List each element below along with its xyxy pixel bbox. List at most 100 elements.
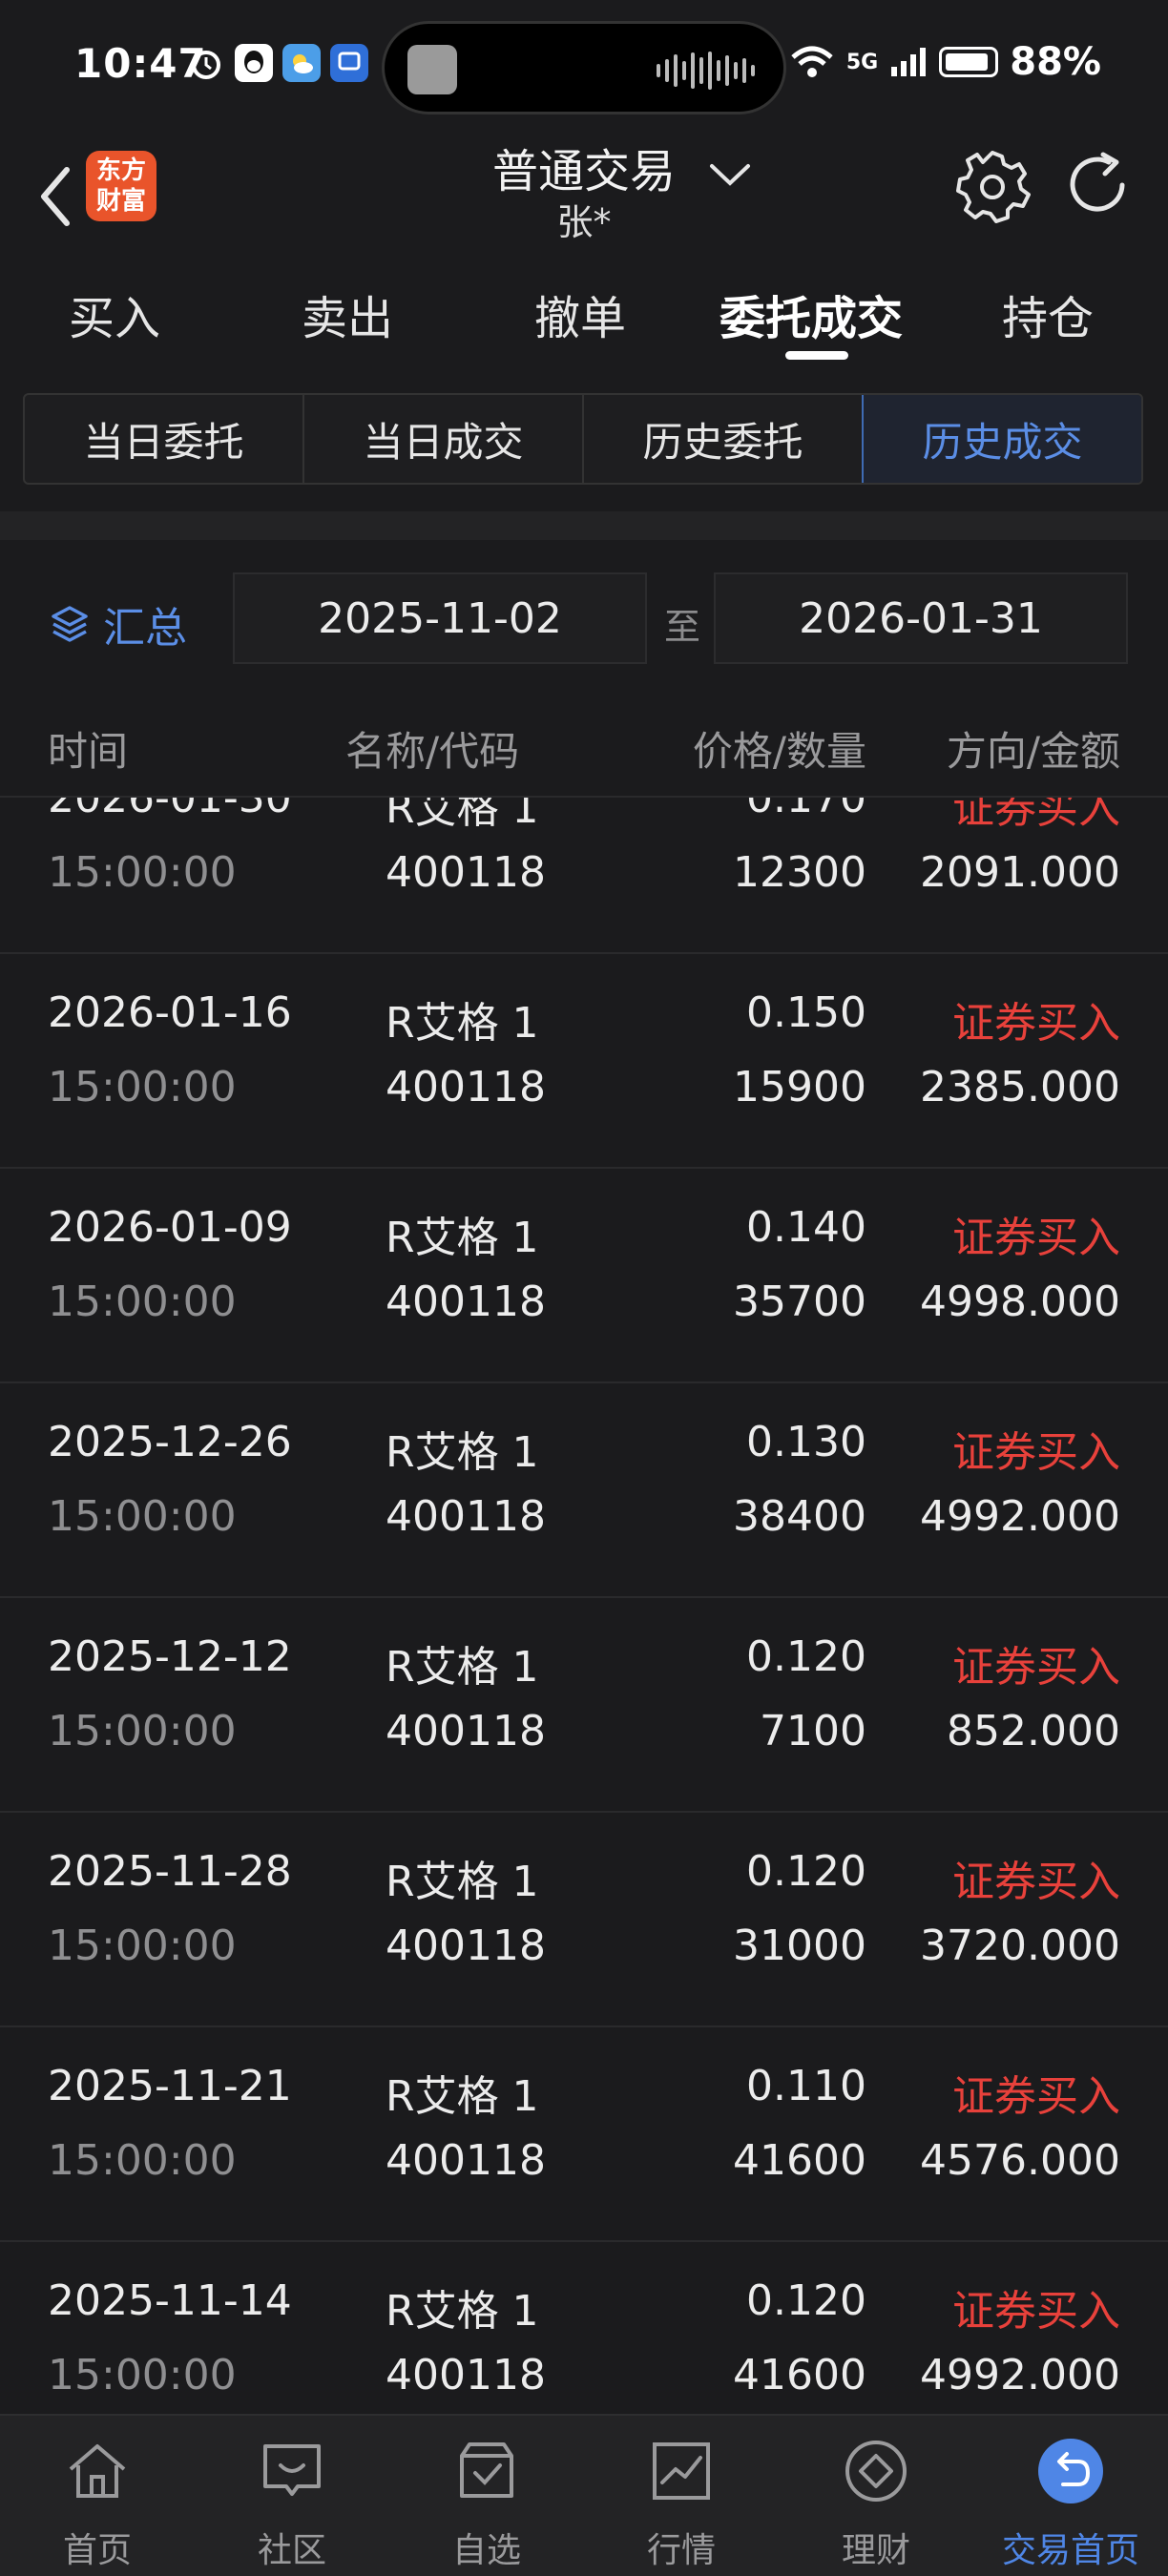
trade-date: 2025-11-28: [48, 1847, 292, 1896]
security-name: R艾格 1: [386, 2072, 539, 2121]
security-name: R艾格 1: [386, 2287, 539, 2336]
trade-amount: 4992.000: [920, 1492, 1120, 1541]
status-bar: 10:47 5G 88%: [0, 0, 1168, 134]
trade-amount: 852.000: [947, 1707, 1120, 1755]
tab-cancel-order[interactable]: 撤单: [534, 280, 626, 347]
trade-time: 15:00:00: [48, 2351, 237, 2399]
trade-quantity: 15900: [733, 1063, 866, 1111]
community-icon: [263, 2444, 321, 2496]
trade-amount: 4576.000: [920, 2136, 1120, 2185]
screen: 10:47 5G 88% 东方财富 普通交易 张* 买入 卖出 撤单 委托成交 …: [0, 0, 1168, 2576]
table-row[interactable]: 2025-11-14 15:00:00 R艾格 1 400118 0.120 41600 证…: [0, 2242, 1168, 2414]
trade-date: 2025-11-14: [48, 2276, 292, 2325]
trade-direction: 证券买入: [952, 2287, 1120, 2336]
audio-wave-icon: [657, 51, 755, 91]
security-code: 400118: [386, 1278, 546, 1326]
security-name: R艾格 1: [386, 798, 539, 833]
table-row[interactable]: 2026-01-16 15:00:00 R艾格 1 400118 0.150 15900 证…: [0, 954, 1168, 1169]
cellular-signal-icon: [891, 48, 927, 76]
trade-price: 0.120: [746, 1632, 866, 1681]
trade-time: 15:00:00: [48, 1922, 237, 1970]
trade-date: 2026-01-16: [48, 988, 292, 1037]
date-filter: 汇总 2025-11-02 至 2026-01-31: [0, 569, 1168, 664]
trade-direction: 证券买入: [952, 2072, 1120, 2121]
trade-quantity: 41600: [733, 2136, 866, 2185]
summary-button[interactable]: 汇总: [50, 593, 187, 654]
app-notification-icon: [330, 44, 368, 82]
refresh-icon[interactable]: [1061, 147, 1137, 223]
table-row[interactable]: 2025-11-28 15:00:00 R艾格 1 400118 0.120 31000 证…: [0, 1813, 1168, 2027]
trade-price: 0.110: [746, 2062, 866, 2110]
subtab-history-orders[interactable]: 历史委托: [584, 395, 864, 483]
tab-buy[interactable]: 买入: [69, 280, 160, 347]
section-divider: [0, 511, 1168, 540]
trade-time: 15:00:00: [48, 848, 237, 897]
nav-watchlist-label: 自选: [451, 2531, 521, 2570]
table-row[interactable]: 2026-01-09 15:00:00 R艾格 1 400118 0.140 35700 证…: [0, 1169, 1168, 1383]
trade-date: 2025-12-26: [48, 1418, 292, 1466]
subtab-today-trades[interactable]: 当日成交: [304, 395, 584, 483]
trade-list[interactable]: 2026-01-30 15:00:00 R艾格 1 400118 0.170 12300 证…: [0, 798, 1168, 2414]
nav-market[interactable]: 行情: [584, 2416, 779, 2576]
column-header-time: 时间: [48, 728, 129, 775]
subtab-history-trades[interactable]: 历史成交: [862, 395, 1141, 483]
column-header-direction-amount: 方向/金额: [946, 728, 1120, 775]
trade-home-icon: [1038, 2439, 1103, 2503]
trade-direction: 证券买入: [952, 999, 1120, 1048]
trade-quantity: 31000: [733, 1922, 866, 1970]
trade-quantity: 38400: [733, 1492, 866, 1541]
nav-trade-home[interactable]: 交易首页: [973, 2416, 1168, 2576]
table-row[interactable]: 2025-12-12 15:00:00 R艾格 1 400118 0.120 7100 证券…: [0, 1598, 1168, 1813]
gear-icon[interactable]: [954, 147, 1031, 223]
chevron-down-icon[interactable]: [706, 155, 754, 193]
layers-icon: [52, 606, 88, 642]
table-row[interactable]: 2026-01-30 15:00:00 R艾格 1 400118 0.170 12300 证…: [0, 798, 1168, 954]
security-code: 400118: [386, 1707, 546, 1755]
column-header-price-qty: 价格/数量: [692, 728, 866, 775]
column-header-name-code: 名称/代码: [345, 728, 520, 775]
media-thumbnail: [407, 45, 457, 94]
nav-market-label: 行情: [646, 2531, 716, 2570]
trade-price: 0.130: [746, 1418, 866, 1466]
app-header: 东方财富 普通交易 张*: [0, 134, 1168, 258]
trade-amount: 3720.000: [920, 1922, 1120, 1970]
main-tabs: 买入 卖出 撤单 委托成交 持仓: [0, 265, 1168, 361]
nav-wealth-label: 理财: [841, 2531, 910, 2570]
table-row[interactable]: 2025-11-21 15:00:00 R艾格 1 400118 0.110 41600 证…: [0, 2027, 1168, 2242]
nav-home[interactable]: 首页: [0, 2416, 195, 2576]
trade-amount: 2091.000: [920, 848, 1120, 897]
battery-percent: 88%: [1010, 40, 1101, 84]
sub-tabs: 当日委托 当日成交 历史委托 历史成交: [23, 393, 1143, 485]
qq-icon: [235, 44, 273, 82]
trade-direction: 证券买入: [952, 1858, 1120, 1906]
trade-quantity: 41600: [733, 2351, 866, 2399]
tab-sell[interactable]: 卖出: [302, 280, 393, 347]
trade-direction: 证券买入: [952, 1428, 1120, 1477]
wifi-icon: [791, 46, 833, 77]
security-code: 400118: [386, 2136, 546, 2185]
security-code: 400118: [386, 848, 546, 897]
end-date-field[interactable]: 2026-01-31: [714, 572, 1128, 664]
start-date-field[interactable]: 2025-11-02: [233, 572, 647, 664]
battery-icon: [939, 47, 999, 77]
trade-time: 15:00:00: [48, 2136, 237, 2185]
nav-community[interactable]: 社区: [195, 2416, 389, 2576]
table-header: 时间 名称/代码 价格/数量 方向/金额: [0, 706, 1168, 798]
trade-time: 15:00:00: [48, 1707, 237, 1755]
trade-quantity: 12300: [733, 848, 866, 897]
weather-icon: [282, 44, 321, 82]
notification-icons: [187, 44, 368, 82]
tab-positions[interactable]: 持仓: [1002, 280, 1094, 347]
nav-watchlist[interactable]: 自选: [389, 2416, 584, 2576]
trade-date: 2026-01-30: [48, 798, 292, 822]
trade-quantity: 7100: [760, 1707, 866, 1755]
table-row[interactable]: 2025-12-26 15:00:00 R艾格 1 400118 0.130 38400 证…: [0, 1383, 1168, 1598]
trade-date: 2025-11-21: [48, 2062, 292, 2110]
tab-orders-trades[interactable]: 委托成交: [720, 280, 903, 347]
trade-price: 0.170: [746, 798, 866, 822]
trade-time: 15:00:00: [48, 1278, 237, 1326]
nav-wealth[interactable]: 理财: [779, 2416, 973, 2576]
trade-amount: 4998.000: [920, 1278, 1120, 1326]
wealth-icon: [845, 2441, 907, 2502]
subtab-today-orders[interactable]: 当日委托: [25, 395, 304, 483]
